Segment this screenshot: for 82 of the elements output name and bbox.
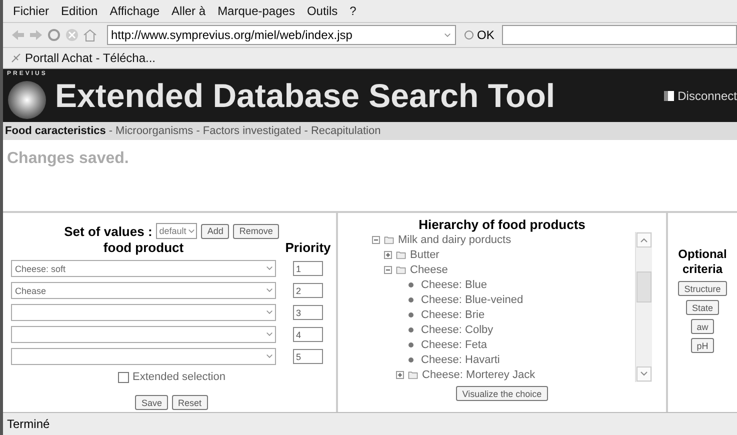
priority-field[interactable]: 4 [293,327,323,342]
remove-button[interactable]: Remove [233,224,279,238]
search-field[interactable] [502,25,737,45]
banner-title: Extended Database Search Tool [55,76,556,114]
menu-item[interactable]: Affichage [110,4,160,18]
column-header: Priority [284,240,332,255]
tree-item[interactable]: Cheese [410,264,448,276]
forward-icon [29,28,43,42]
criteria-button[interactable]: State [686,300,719,315]
criteria-button[interactable]: aw [690,319,714,334]
nav-separator: - [304,125,308,137]
bookmark-link[interactable]: Portall Achat - Télécha... [11,51,156,65]
bullet-icon [408,356,414,362]
column-header: food product [102,240,185,255]
go-icon [464,30,474,40]
add-button[interactable]: Add [201,224,230,238]
status-message: Changes saved. [3,140,737,213]
menu-item[interactable]: Marque-pages [218,4,295,18]
product-select[interactable] [11,348,276,365]
stop-icon [65,28,79,42]
nav-separator: - [108,125,113,137]
set-select[interactable]: default [156,223,198,239]
priority-field[interactable]: 5 [293,349,323,364]
priority-field[interactable]: 2 [293,283,323,298]
go-button[interactable]: OK [460,28,498,42]
priority-field[interactable]: 1 [293,261,323,276]
nav-link[interactable]: Food caracteristics [5,125,106,137]
disconnect-link[interactable]: Disconnect [664,88,737,102]
product-select[interactable] [11,304,276,321]
reset-button[interactable]: Reset [172,395,208,410]
expand-icon[interactable] [384,250,392,258]
product-select[interactable]: Chease [11,282,276,299]
priority-field[interactable]: 3 [293,305,323,320]
collapse-icon[interactable] [372,236,380,244]
tree-item[interactable]: Cheese: Brie [421,308,485,320]
menu-item[interactable]: Fichier [13,4,50,18]
scrollbar[interactable] [635,232,652,382]
tree-item[interactable]: Cheese: Blue-veined [421,294,524,306]
bullet-icon [408,282,414,288]
product-select[interactable]: Cheese: soft [11,260,276,277]
extended-checkbox[interactable]: Extended selection [118,371,226,383]
logo-icon [7,80,47,120]
folder-icon [383,234,395,244]
set-label: Set of values : [64,224,152,238]
bullet-icon [408,312,414,318]
reload-icon [47,28,61,42]
bullet-icon [408,326,414,332]
criteria-button[interactable]: Structure [678,281,727,296]
back-icon [11,28,25,42]
tree-item[interactable]: Cheese: Feta [421,338,488,350]
bookmark-icon [11,53,21,63]
visualize-button[interactable]: Visualize the choice [456,386,548,401]
folder-icon [395,250,407,260]
tree-item[interactable]: Cheese: Morterey Jack [422,368,536,380]
status-bar: Terminé [3,412,737,435]
menu-item[interactable]: ? [350,4,356,18]
menu-item[interactable]: Outils [306,4,338,18]
nav-link[interactable]: Factors investigated [202,125,302,137]
nav-link[interactable]: Microorganisms [116,125,194,137]
optional-title: Optional criteria [677,247,728,277]
folder-icon [395,264,407,274]
tree-item[interactable]: Cheese: Havarti [421,354,500,366]
nav-separator: - [196,125,200,137]
disconnect-icon [664,90,674,100]
hierarchy-title: Hierarchy of food products [418,217,586,232]
menu-item[interactable]: Aller à [172,4,206,18]
tree-item[interactable]: Milk and dairy porducts [398,234,512,246]
nav-link[interactable]: Recapitulation [310,125,381,137]
collapse-icon[interactable] [384,266,392,274]
bullet-icon [408,296,414,302]
criteria-button[interactable]: pH [690,338,714,353]
bullet-icon [408,342,414,348]
menu-item[interactable]: Edition [61,4,98,18]
address-field[interactable]: http://www.symprevius.org/miel/web/index.jsp [107,25,456,45]
tree-item[interactable]: Cheese: Colby [421,324,494,336]
folder-icon [407,370,419,380]
tree-item[interactable]: Butter [410,248,440,260]
product-select[interactable] [11,326,276,343]
save-button[interactable]: Save [135,395,168,410]
tree-item[interactable]: Cheese: Blue [421,278,488,290]
expand-icon[interactable] [396,370,404,378]
home-icon [83,28,97,42]
